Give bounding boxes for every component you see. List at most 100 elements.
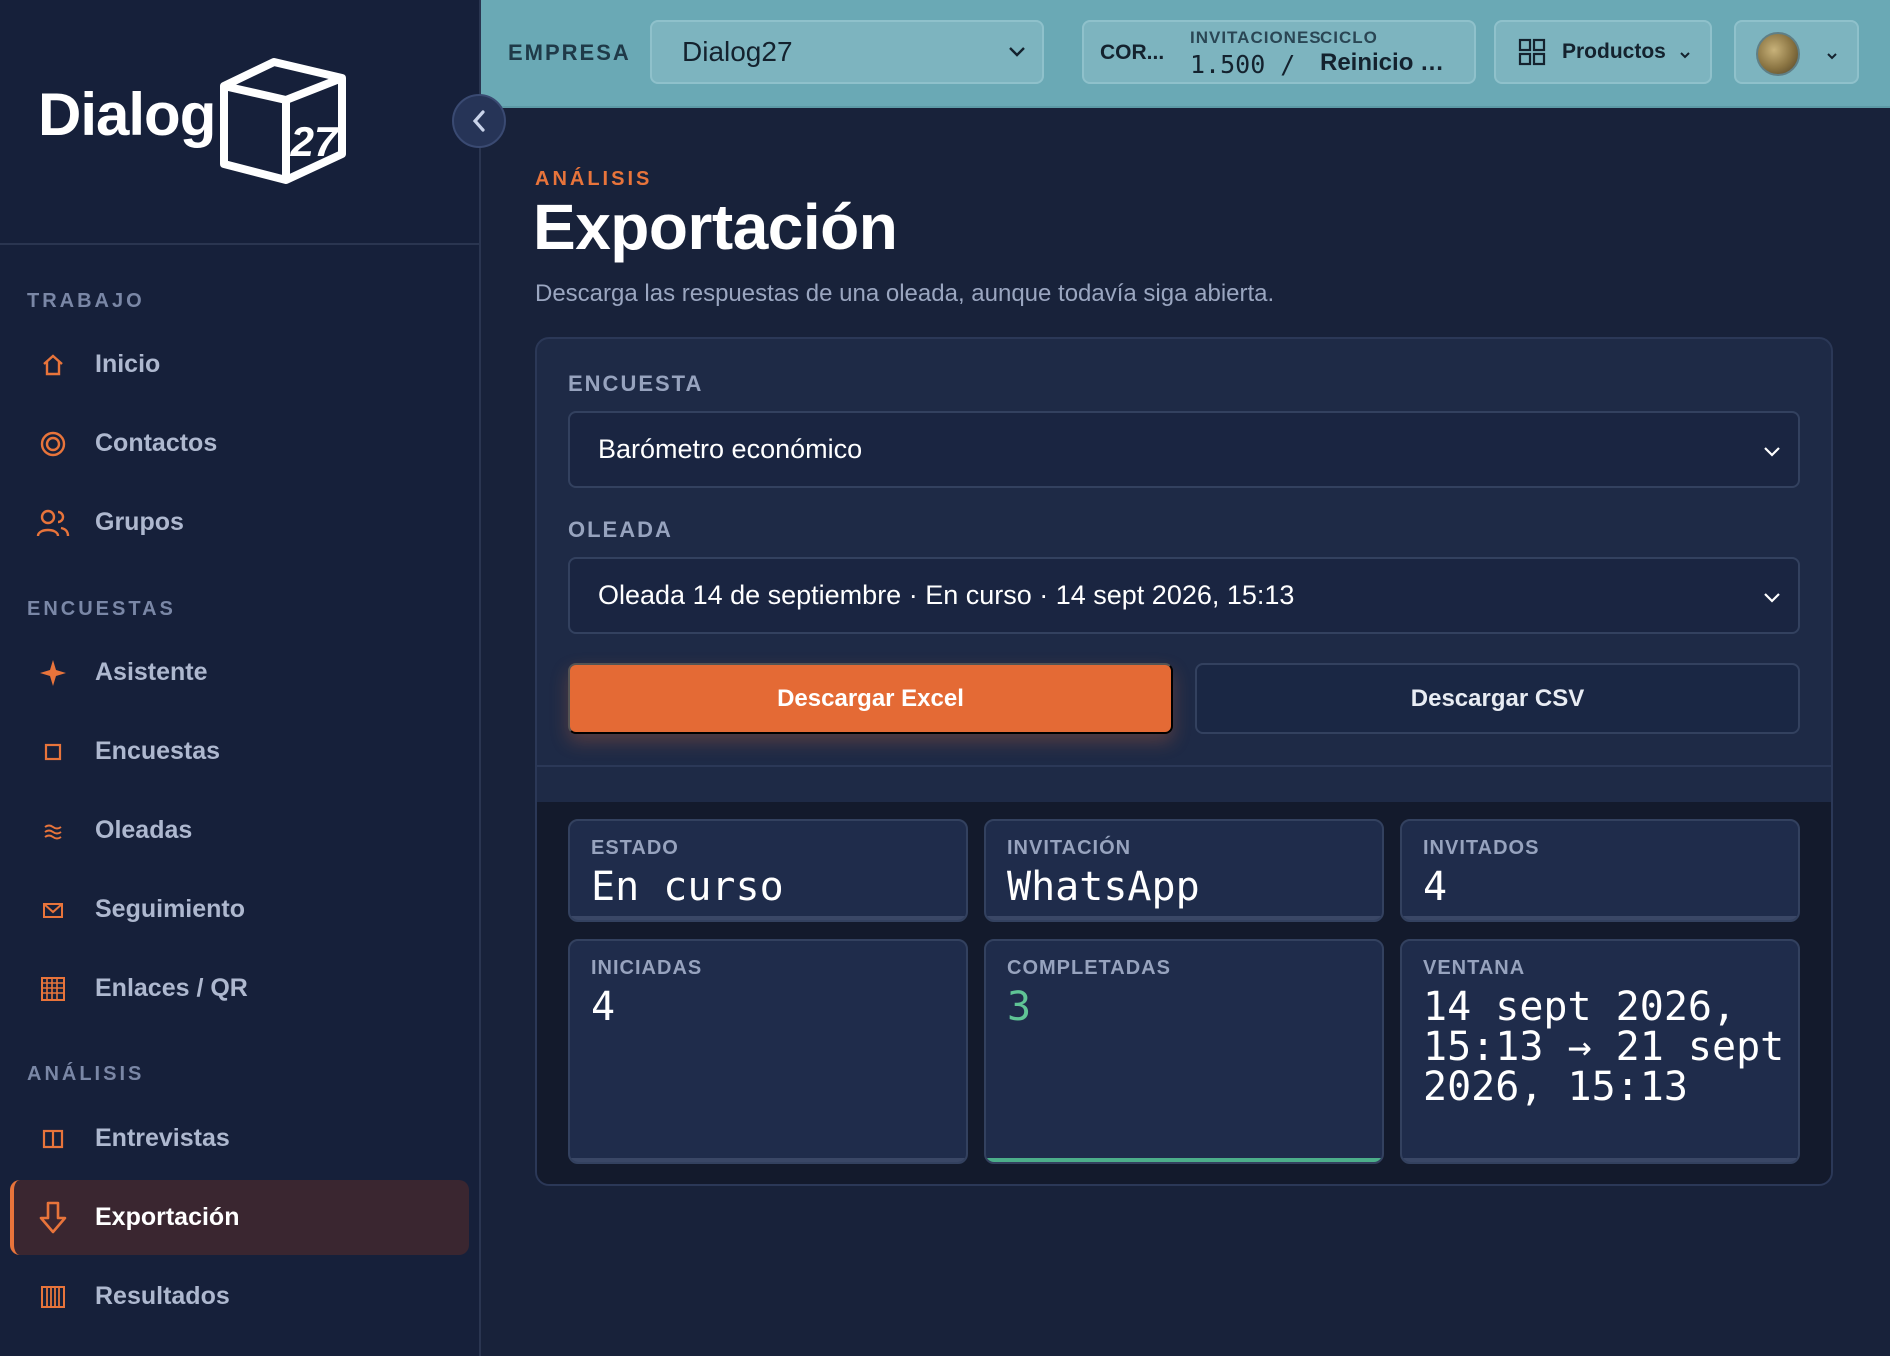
sidebar-item-resultados[interactable]: Resultados — [10, 1259, 469, 1334]
logo-wordmark: Dialog — [38, 81, 216, 148]
sidebar-item-seguimiento[interactable]: Seguimiento — [10, 872, 469, 947]
stat-value: 4 — [591, 984, 616, 1030]
section-label-encuestas: ENCUESTAS — [27, 598, 176, 620]
qr-icon — [33, 976, 73, 1002]
stat-value: En curso — [591, 864, 784, 910]
stat-label: INICIADAS — [591, 957, 703, 979]
sidebar-item-exportacion[interactable]: Exportación — [10, 1180, 469, 1255]
sidebar-item-label: Grupos — [95, 508, 184, 536]
wave-label: OLEADA — [568, 517, 673, 542]
survey-select-value: Barómetro económico — [598, 434, 863, 464]
invitations-value: 1.500 / — [1190, 50, 1296, 79]
stat-label: VENTANA — [1423, 957, 1526, 979]
stat-label: INVITADOS — [1423, 837, 1540, 859]
bars-icon — [33, 1284, 73, 1310]
sidebar-item-contactos[interactable]: Contactos — [10, 406, 469, 481]
stat-tile-iniciadas: INICIADAS 4 — [568, 939, 968, 1164]
stat-tile-ventana: VENTANA 14 sept 2026, 15:13 → 21 sept 20… — [1400, 939, 1800, 1164]
wave-select[interactable]: Oleada 14 de septiembre · En curso · 14 … — [568, 557, 1800, 634]
stat-label: INVITACIÓN — [1007, 837, 1132, 859]
square-icon — [33, 743, 73, 761]
sidebar: Dialog 27 TRABAJO Inicio Contactos Grupo… — [0, 0, 481, 1356]
page-description: Descarga las respuestas de una oleada, a… — [535, 280, 1275, 307]
waves-icon — [33, 822, 73, 840]
page-title: Exportación — [533, 191, 898, 263]
stat-bar — [986, 1158, 1382, 1162]
sidebar-collapse-button[interactable] — [452, 94, 506, 148]
survey-select[interactable]: Barómetro económico — [568, 411, 1800, 488]
company-select-value: Dialog27 — [682, 36, 793, 67]
envelope-icon — [33, 901, 73, 919]
avatar — [1756, 32, 1800, 76]
sidebar-item-enlaces-qr[interactable]: Enlaces / QR — [10, 951, 469, 1026]
sidebar-item-label: Enlaces / QR — [95, 974, 248, 1002]
survey-label: ENCUESTA — [568, 371, 704, 396]
chevron-down-icon — [1764, 447, 1780, 457]
stat-tile-invitados: INVITADOS 4 — [1400, 819, 1800, 922]
logo-cube-number: 27 — [290, 118, 339, 165]
sidebar-item-label: Oleadas — [95, 816, 193, 844]
sparkle-icon — [33, 659, 73, 687]
stat-value: 3 — [1007, 984, 1032, 1030]
stat-value: WhatsApp — [1007, 864, 1200, 910]
stat-value: 14 sept 2026, 15:13 → 21 sept 2026, 15:1… — [1423, 984, 1785, 1110]
products-button[interactable]: Productos — [1494, 20, 1712, 84]
sidebar-item-encuestas[interactable]: Encuestas — [10, 714, 469, 789]
stat-tile-estado: ESTADO En curso — [568, 819, 968, 922]
download-excel-button[interactable]: Descargar Excel — [568, 663, 1173, 734]
sidebar-item-label: Seguimiento — [95, 895, 246, 923]
wave-stats: ESTADO En curso INVITACIÓN WhatsApp INVI… — [537, 802, 1831, 1184]
sidebar-item-label: Entrevistas — [95, 1124, 230, 1152]
sidebar-item-grupos[interactable]: Grupos — [10, 485, 469, 560]
sidebar-item-label: Encuestas — [95, 737, 221, 765]
sidebar-item-label: Contactos — [95, 429, 218, 457]
company-select[interactable]: Dialog27 — [650, 20, 1044, 84]
company-label: EMPRESA — [508, 40, 631, 65]
section-label-analisis: ANÁLISIS — [27, 1063, 145, 1085]
columns-icon — [33, 1128, 73, 1150]
wave-select-value: Oleada 14 de septiembre · En curso · 14 … — [598, 580, 1295, 610]
cycle-label: CICLO — [1320, 28, 1378, 47]
home-icon — [33, 352, 73, 378]
chevron-down-icon — [1827, 53, 1837, 60]
stat-bar — [1402, 1158, 1798, 1162]
user-menu-button[interactable] — [1734, 20, 1859, 84]
stat-bar — [570, 1158, 966, 1162]
invitations-label: INVITACIONES — [1190, 28, 1320, 47]
logo[interactable]: Dialog 27 — [0, 0, 479, 245]
sidebar-item-oleadas[interactable]: Oleadas — [10, 793, 469, 868]
sidebar-item-label: Resultados — [95, 1282, 230, 1310]
stat-bar — [986, 916, 1382, 920]
chevron-left-icon — [472, 110, 485, 132]
stat-label: ESTADO — [591, 837, 679, 859]
page-eyebrow: ANÁLISIS — [535, 168, 653, 190]
stat-value: 4 — [1423, 864, 1448, 910]
sidebar-item-label: Exportación — [95, 1203, 240, 1231]
plan-usage-box[interactable]: COR... INVITACIONES 1.500 / CICLO Reinic… — [1082, 20, 1476, 84]
stat-bar — [1402, 916, 1798, 920]
grid-icon — [1518, 38, 1546, 66]
cycle-value: Reinicio mensual — [1320, 49, 1465, 76]
divider — [537, 765, 1831, 767]
stat-tile-completadas: COMPLETADAS 3 — [984, 939, 1384, 1164]
export-card: ENCUESTA Barómetro económico OLEADA Olea… — [535, 337, 1833, 1186]
download-csv-button[interactable]: Descargar CSV — [1195, 663, 1800, 734]
sidebar-item-label: Inicio — [95, 350, 161, 378]
stat-tile-invitacion: INVITACIÓN WhatsApp — [984, 819, 1384, 922]
topbar: EMPRESA Dialog27 COR... INVITACIONES 1.5… — [481, 0, 1890, 108]
target-icon — [33, 430, 73, 458]
products-label: Productos — [1562, 40, 1666, 63]
stat-label: COMPLETADAS — [1007, 957, 1171, 979]
sidebar-item-asistente[interactable]: Asistente — [10, 635, 469, 710]
chevron-down-icon — [1764, 593, 1780, 603]
sidebar-item-entrevistas[interactable]: Entrevistas — [10, 1101, 469, 1176]
download-arrow-icon — [33, 1201, 73, 1235]
stat-bar — [570, 916, 966, 920]
section-label-trabajo: TRABAJO — [27, 290, 145, 312]
chevron-down-icon — [1009, 47, 1025, 57]
sidebar-item-label: Asistente — [95, 658, 208, 686]
plan-code: COR... — [1100, 41, 1165, 64]
sidebar-item-inicio[interactable]: Inicio — [10, 327, 469, 402]
logo-cube-icon: 27 — [220, 58, 346, 184]
chevron-down-icon — [1680, 52, 1690, 59]
